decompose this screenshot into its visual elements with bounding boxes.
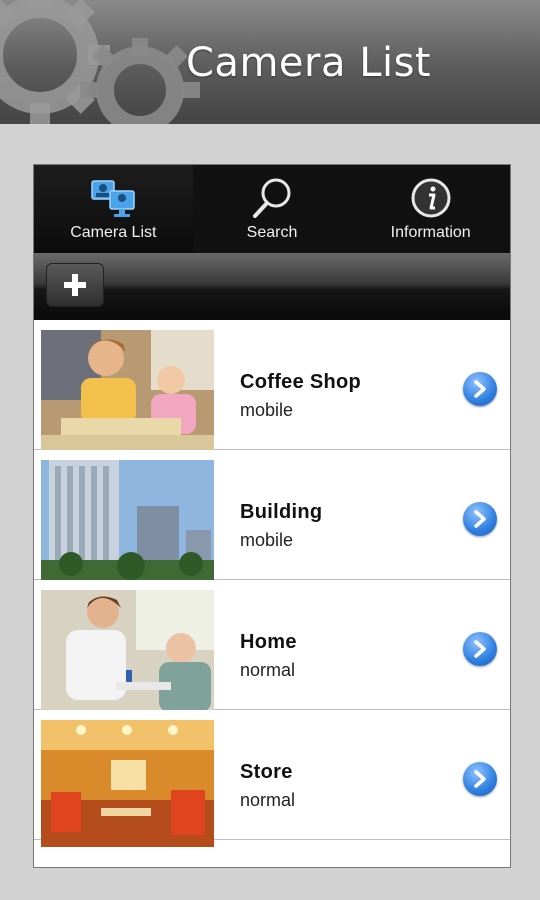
camera-thumbnail xyxy=(41,460,214,587)
open-camera-button[interactable] xyxy=(463,632,497,666)
camera-list-icon xyxy=(91,180,136,217)
info-icon xyxy=(411,178,451,218)
camera-type: mobile xyxy=(240,400,294,420)
camera-list-item[interactable]: Building mobile xyxy=(34,450,510,587)
camera-name: Store xyxy=(240,761,293,783)
camera-thumbnail xyxy=(41,590,214,717)
open-camera-button[interactable] xyxy=(463,502,497,536)
camera-name: Building xyxy=(240,501,323,523)
list-toolbar xyxy=(34,253,510,320)
tab-information[interactable]: Information xyxy=(351,165,510,253)
camera-thumbnail xyxy=(41,330,214,457)
tab-label: Search xyxy=(246,224,298,241)
camera-list-item[interactable]: Coffee Shop mobile xyxy=(34,320,510,457)
tab-label: Information xyxy=(390,224,471,241)
open-camera-button[interactable] xyxy=(463,762,497,796)
camera-type: mobile xyxy=(240,530,294,550)
camera-type: normal xyxy=(240,790,296,810)
tab-label: Camera List xyxy=(70,224,157,241)
chevron-right-icon xyxy=(474,770,486,788)
tab-search[interactable]: Search xyxy=(193,165,352,253)
camera-type: normal xyxy=(240,660,296,680)
chevron-right-icon xyxy=(474,510,486,528)
camera-name: Home xyxy=(240,631,297,653)
open-camera-button[interactable] xyxy=(463,372,497,406)
chevron-right-icon xyxy=(474,380,486,398)
add-camera-button[interactable] xyxy=(46,263,104,307)
camera-name: Coffee Shop xyxy=(240,371,362,393)
camera-list: Coffee Shop mobile Building mobile Home … xyxy=(34,320,510,847)
camera-list-item[interactable]: Store normal xyxy=(34,710,510,847)
app-header: Camera List xyxy=(0,0,540,124)
camera-list-item[interactable]: Home normal xyxy=(34,580,510,717)
search-icon xyxy=(253,178,291,218)
tab-camera-list[interactable]: Camera List xyxy=(34,165,193,253)
tab-bar: Camera List Search Information xyxy=(34,165,510,254)
camera-thumbnail xyxy=(41,720,214,847)
plus-icon xyxy=(64,274,86,296)
app-title: Camera List xyxy=(186,40,432,86)
camera-panel: Camera List Search Information Coffee Sh… xyxy=(33,164,511,868)
chevron-right-icon xyxy=(474,640,486,658)
